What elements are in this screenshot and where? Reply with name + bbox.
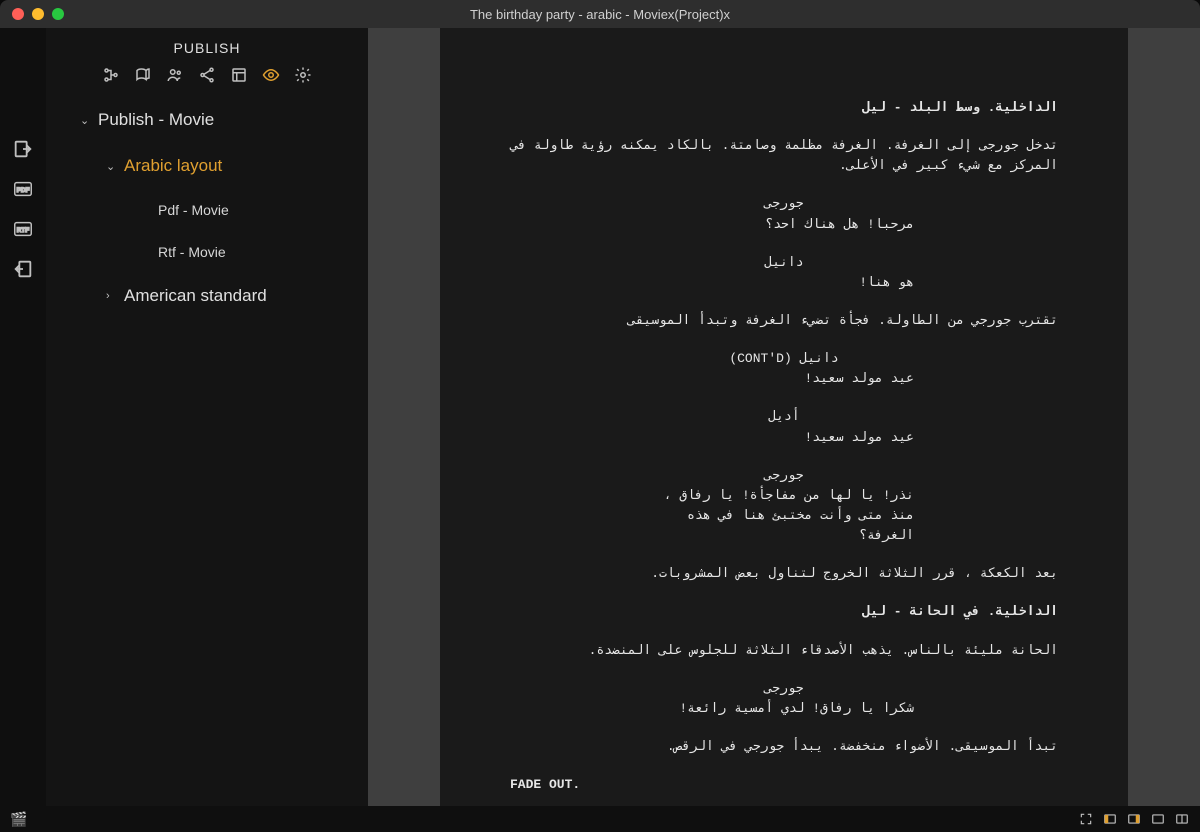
action-text: بعد الكعكة ، قرر الثلاثة الخروج لتناول ب… [510, 564, 1058, 584]
panel-split-icon[interactable] [1174, 812, 1190, 826]
tree-item-label: Arabic layout [124, 156, 222, 176]
document-area: الداخلية. وسط البلد - ليل تدخل جورجى إلى… [368, 28, 1200, 806]
tree-arabic-layout[interactable]: ⌄ Arabic layout [46, 148, 368, 184]
tree-american-standard[interactable]: › American standard [46, 278, 368, 314]
tree-pdf-movie[interactable]: Pdf - Movie [46, 194, 368, 226]
export-icon[interactable] [12, 258, 34, 280]
tree-item-label: Pdf - Movie [158, 202, 229, 218]
sidebar-toolbar [46, 66, 368, 96]
window-title: The birthday party - arabic - Moviex(Pro… [0, 7, 1200, 22]
sidebar: PUBLISH ⌄ Publish - Movie ⌄ Arabic layou… [46, 28, 368, 806]
panel-right-icon[interactable] [1126, 812, 1142, 826]
bottom-bar: 🎬 [0, 806, 1200, 832]
character-name: جورجى [510, 679, 1058, 699]
chevron-down-icon: ⌄ [80, 114, 89, 127]
scene-heading: الداخلية. وسط البلد - ليل [510, 98, 1058, 118]
sidebar-header: PUBLISH [46, 28, 368, 66]
dialog-text: عيد مولد سعيد! [654, 369, 914, 389]
dialog-text: مرحبا! هل هناك احد؟ [654, 215, 914, 235]
rtf-icon[interactable]: RTF [12, 218, 34, 240]
svg-text:RTF: RTF [17, 227, 30, 234]
dialog-text: عيد مولد سعيد! [654, 428, 914, 448]
tree-icon[interactable] [102, 66, 120, 84]
minimize-window-button[interactable] [32, 8, 44, 20]
chevron-down-icon: ⌄ [106, 160, 115, 173]
dialog-text: نذر! يا لها من مفاجأة! يا رفاق ، منذ متى… [654, 486, 914, 546]
chevron-right-icon: › [106, 290, 110, 302]
book-icon[interactable] [134, 66, 152, 84]
tree-rtf-movie[interactable]: Rtf - Movie [46, 236, 368, 268]
titlebar: The birthday party - arabic - Moviex(Pro… [0, 0, 1200, 28]
action-text: تبدأ الموسيقى. الأضواء منخفضة. يبدأ جورج… [510, 737, 1058, 757]
action-text: تقترب جورجي من الطاولة. فجأة تضيء الغرفة… [510, 311, 1058, 331]
dialog-text: هو هنا! [654, 273, 914, 293]
fade-out: FADE OUT. [510, 775, 1058, 795]
character-name: جورجى [510, 466, 1058, 486]
maximize-window-button[interactable] [52, 8, 64, 20]
left-rail: PDF RTF [0, 28, 46, 806]
scene-heading: الداخلية. في الحانة - ليل [510, 602, 1058, 622]
tree-item-label: Rtf - Movie [158, 244, 226, 260]
publish-tree: ⌄ Publish - Movie ⌄ Arabic layout Pdf - … [46, 96, 368, 320]
close-window-button[interactable] [12, 8, 24, 20]
tree-publish-movie[interactable]: ⌄ Publish - Movie [46, 102, 368, 138]
layout-icon[interactable] [230, 66, 248, 84]
import-icon[interactable] [12, 138, 34, 160]
clapper-icon[interactable]: 🎬 [10, 811, 27, 828]
action-text: الحانة مليئة بالناس. يذهب الأصدقاء الثلا… [510, 641, 1058, 661]
tree-item-label: American standard [124, 286, 267, 306]
dialog-text: شكرا يا رفاق! لدي أمسية رائعة! [654, 699, 914, 719]
tree-item-label: Publish - Movie [98, 110, 214, 130]
action-text: تدخل جورجى إلى الغرفة. الغرفة مظلمة وصام… [510, 136, 1058, 176]
gear-icon[interactable] [294, 66, 312, 84]
script-page: الداخلية. وسط البلد - ليل تدخل جورجى إلى… [440, 28, 1128, 806]
eye-icon[interactable] [262, 66, 280, 84]
panel-none-icon[interactable] [1150, 812, 1166, 826]
people-icon[interactable] [166, 66, 184, 84]
fullscreen-icon[interactable] [1078, 812, 1094, 826]
character-name: جورجى [510, 194, 1058, 214]
character-name: دانيل [510, 253, 1058, 273]
panel-left-icon[interactable] [1102, 812, 1118, 826]
character-name: أديل [510, 407, 1058, 427]
character-name: دانيل (CONT'D) [510, 349, 1058, 369]
pdf-icon[interactable]: PDF [12, 178, 34, 200]
svg-text:PDF: PDF [17, 187, 30, 194]
share-icon[interactable] [198, 66, 216, 84]
window-controls [0, 8, 64, 20]
